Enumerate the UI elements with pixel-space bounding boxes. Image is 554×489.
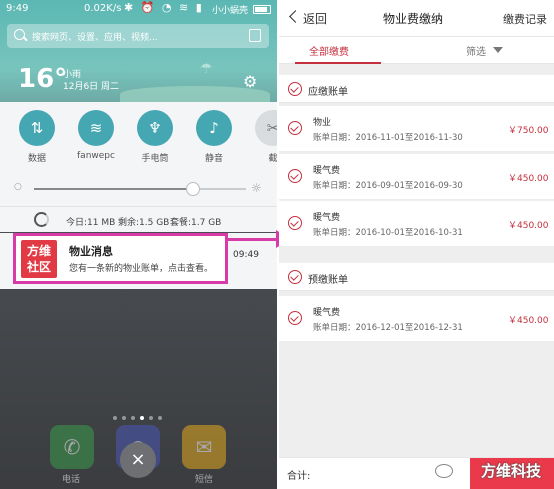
bill-row[interactable]: 暖气费 账单日期：2016-12-01至2016-12-31 ￥450.00 <box>279 296 554 342</box>
logo-line-1: 方维 <box>26 244 51 258</box>
bill-name: 暖气费 <box>313 213 341 223</box>
navigation-bar: 返回 物业费缴纳 缴费记录 <box>279 0 554 36</box>
bill-payment-screen: 返回 物业费缴纳 缴费记录 全部缴费 筛选 应缴账单 物业 账单日期：2016-… <box>279 0 554 489</box>
page-indicator <box>113 405 167 424</box>
app-logo: 方维 社区 <box>21 240 57 278</box>
section-title: 应缴账单 <box>308 87 348 98</box>
data-usage-row[interactable]: 今日:11 MB 剩余:1.5 GB 套餐:1.7 GB <box>0 206 277 232</box>
wifi-icon: ≋ <box>78 110 114 146</box>
status-icons: ✱ ⏰ ◔ ≋ ▮ <box>124 1 204 14</box>
toggle-label: 静音 <box>204 154 223 164</box>
search-bar[interactable]: 搜索网页、设置、应用、视频... <box>7 24 269 48</box>
battery-icon <box>253 5 271 14</box>
bill-amount: ￥750.00 <box>508 126 549 136</box>
status-time: 9:49 <box>6 3 29 14</box>
bill-row[interactable]: 暖气费 账单日期：2016-10-01至2016-10-31 ￥450.00 <box>279 201 554 247</box>
close-icon[interactable]: × <box>120 442 156 478</box>
data-today: 今日:11 MB <box>66 218 116 228</box>
watermark: 方维科技 <box>435 460 553 484</box>
watermark-text: 方维科技 <box>481 462 542 480</box>
status-bar: 9:49 0.02K/s ✱ ⏰ ◔ ≋ ▮ 小小蜗壳 <box>0 0 277 20</box>
bell-mute-icon: ♪ <box>196 110 232 146</box>
bill-name: 物业 <box>313 118 332 128</box>
slider-fill <box>34 188 192 190</box>
bill-date: 账单日期：2016-12-01至2016-12-31 <box>313 323 463 333</box>
check-circle-icon[interactable] <box>288 82 302 96</box>
bill-amount: ￥450.00 <box>508 316 549 326</box>
check-circle-icon[interactable] <box>288 270 302 284</box>
toggle-mute[interactable]: ♪ 静音 <box>189 110 239 164</box>
search-input[interactable]: 搜索网页、设置、应用、视频... <box>32 30 158 43</box>
weather-date: 12月6日 周二 <box>63 82 120 92</box>
notification-time: 09:49 <box>233 250 259 260</box>
bill-row[interactable]: 物业 账单日期：2016-11-01至2016-11-30 ￥750.00 <box>279 106 554 152</box>
data-arrows-icon: ⇅ <box>19 110 55 146</box>
active-tab-underline <box>295 62 381 64</box>
property-notification[interactable]: 方维 社区 物业消息 您有一条新的物业账单，点击查看。 <box>13 233 228 284</box>
caret-down-icon[interactable] <box>493 47 503 53</box>
data-remaining: 剩余:1.5 GB <box>118 218 170 228</box>
toggle-label: fanwepc <box>77 151 115 161</box>
weather-widget[interactable]: 16° 小雨 12月6日 周二 ☂ ⚙ <box>0 52 277 102</box>
bill-amount: ￥450.00 <box>508 221 549 231</box>
bill-date: 账单日期：2016-09-01至2016-09-30 <box>313 181 463 191</box>
section-title: 预缴账单 <box>308 275 348 286</box>
logo-line-2: 社区 <box>26 260 51 274</box>
section-prepay[interactable]: 预缴账单 <box>279 263 554 291</box>
slider-knob[interactable] <box>186 182 200 196</box>
bill-row[interactable]: 暖气费 账单日期：2016-09-01至2016-09-30 ￥450.00 <box>279 154 554 200</box>
settings-gear-icon[interactable]: ⚙ <box>243 72 257 91</box>
carrier-name: 小小蜗壳 <box>212 6 249 16</box>
transition-arrow <box>228 238 280 241</box>
network-rate: 0.02K/s <box>84 3 122 14</box>
bill-name: 暖气费 <box>313 166 341 176</box>
brightness-high-icon: ☼ <box>251 181 262 195</box>
phone-icon[interactable]: ✆ <box>50 425 94 469</box>
notification-shade: 9:49 0.02K/s ✱ ⏰ ◔ ≋ ▮ 小小蜗壳 搜索网页、设置、应用、视… <box>0 0 277 489</box>
message-icon[interactable]: ✉ <box>182 425 226 469</box>
check-circle-icon[interactable] <box>288 169 302 183</box>
toggle-label: 手电筒 <box>141 154 169 164</box>
notification-body: 您有一条新的物业账单，点击查看。 <box>69 264 214 274</box>
screenshot-icon: ✂ <box>255 110 277 146</box>
toggle-data[interactable]: ⇅ 数据 <box>12 110 62 164</box>
toggle-screenshot[interactable]: ✂ 截 <box>248 110 277 164</box>
payment-record-link[interactable]: 缴费记录 <box>503 11 547 27</box>
screenshot-stage: 9:49 0.02K/s ✱ ⏰ ◔ ≋ ▮ 小小蜗壳 搜索网页、设置、应用、视… <box>0 0 554 489</box>
notification-title: 物业消息 <box>69 245 113 258</box>
dock-label-message: 短信 <box>195 475 214 485</box>
data-usage-ring-icon <box>34 212 49 227</box>
total-label: 合计: <box>287 471 311 482</box>
check-circle-icon[interactable] <box>288 121 302 135</box>
check-circle-icon[interactable] <box>288 216 302 230</box>
toggle-label: 数据 <box>27 154 46 164</box>
bill-name: 暖气费 <box>313 308 341 318</box>
bill-date: 账单日期：2016-10-01至2016-10-31 <box>313 228 463 238</box>
wechat-icon <box>435 464 453 478</box>
dock-label-phone: 电话 <box>62 475 81 485</box>
weather-temperature: 16° <box>18 64 68 94</box>
bill-amount: ￥450.00 <box>508 174 549 184</box>
quick-settings-panel: ⇅ 数据 ≋ fanwepc ♆ 手电筒 ♪ 静音 ✂ 截 ○ ☼ 今日:11 … <box>0 102 277 232</box>
back-button[interactable]: 返回 <box>303 10 327 27</box>
data-plan: 套餐:1.7 GB <box>170 218 222 228</box>
filter-tabs: 全部缴费 筛选 <box>279 36 554 64</box>
toggle-flashlight[interactable]: ♆ 手电筒 <box>130 110 180 164</box>
scan-icon[interactable] <box>249 29 261 42</box>
check-circle-icon[interactable] <box>288 311 302 325</box>
brightness-slider[interactable]: ○ ☼ <box>14 181 264 196</box>
toggle-label: 截 <box>268 154 277 164</box>
tab-filter[interactable]: 筛选 <box>466 43 486 58</box>
brightness-low-icon: ○ <box>14 182 22 192</box>
toggle-wifi[interactable]: ≋ fanwepc <box>71 110 121 161</box>
chevron-left-icon[interactable] <box>289 10 302 23</box>
tab-all-payments[interactable]: 全部缴费 <box>309 43 349 58</box>
bill-date: 账单日期：2016-11-01至2016-11-30 <box>313 133 463 143</box>
search-icon <box>14 29 25 40</box>
section-payable[interactable]: 应缴账单 <box>279 75 554 103</box>
page-title: 物业费缴纳 <box>383 12 444 26</box>
flashlight-icon: ♆ <box>137 110 173 146</box>
umbrella-icon: ☂ <box>200 61 213 77</box>
